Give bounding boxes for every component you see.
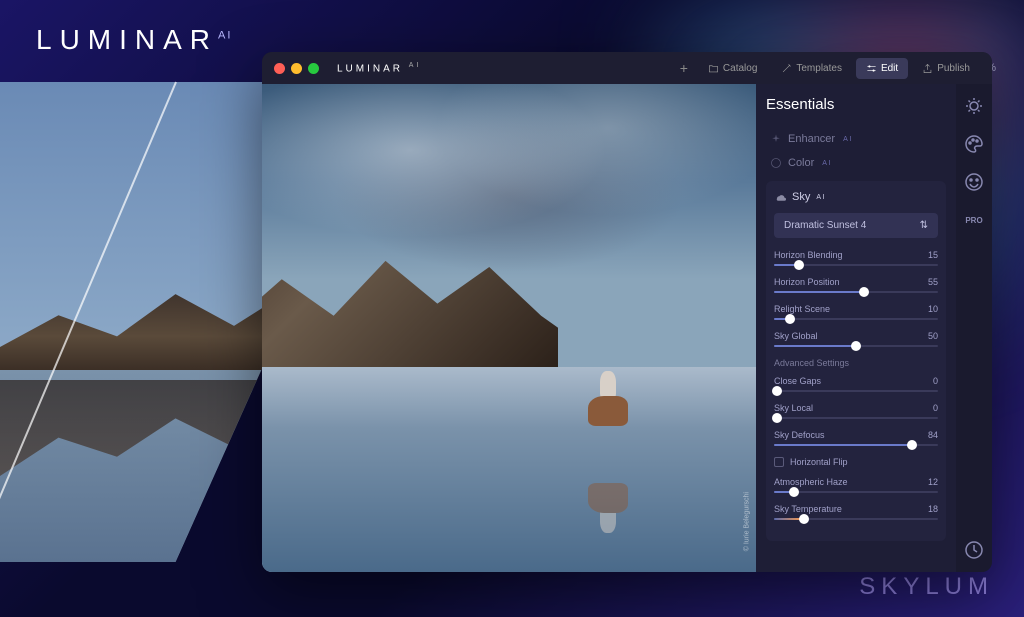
window-maximize[interactable]	[308, 63, 319, 74]
add-button[interactable]: +	[674, 56, 694, 80]
sky-panel: SkyA I Dramatic Sunset 4 ⇅ Horizon Blend…	[766, 181, 946, 541]
slider-thumb[interactable]	[794, 260, 804, 270]
slider-relight-scene[interactable]: Relight Scene 10	[774, 304, 938, 320]
chevron-updown-icon: ⇅	[920, 220, 928, 231]
sparkle-icon	[770, 133, 782, 145]
slider-track[interactable]	[774, 444, 938, 446]
slider-track[interactable]	[774, 318, 938, 320]
horizontal-flip-checkbox[interactable]: Horizontal Flip	[774, 457, 938, 467]
tool-color[interactable]: ColorA I	[766, 151, 946, 175]
share-icon	[922, 63, 933, 74]
slider-label: Sky Local	[774, 403, 813, 413]
edit-sidebar: Essentials EnhancerA I ColorA I SkyA I D…	[756, 84, 956, 572]
slider-value: 15	[928, 250, 938, 260]
sliders-icon	[866, 63, 877, 74]
slider-label: Horizon Position	[774, 277, 840, 287]
advanced-label: Advanced Settings	[774, 358, 938, 368]
company-name: SKYLUM	[859, 573, 994, 601]
cloud-icon	[774, 191, 786, 203]
slider-value: 10	[928, 304, 938, 314]
nav-catalog[interactable]: Catalog	[698, 58, 767, 79]
slider-value: 84	[928, 430, 938, 440]
slider-thumb[interactable]	[772, 386, 782, 396]
slider-label: Atmospheric Haze	[774, 477, 848, 487]
window-minimize[interactable]	[291, 63, 302, 74]
slider-label: Sky Global	[774, 331, 818, 341]
slider-track[interactable]	[774, 491, 938, 493]
nav-templates[interactable]: Templates	[771, 58, 852, 79]
slider-track[interactable]	[774, 390, 938, 392]
slider-thumb[interactable]	[789, 487, 799, 497]
slider-horizon-blending[interactable]: Horizon Blending 15	[774, 250, 938, 266]
slider-atmospheric-haze[interactable]: Atmospheric Haze 12	[774, 477, 938, 493]
wand-icon	[781, 63, 792, 74]
slider-track[interactable]	[774, 417, 938, 419]
slider-sky-global[interactable]: Sky Global 50	[774, 331, 938, 347]
creative-tab-icon[interactable]	[964, 134, 984, 154]
slider-label: Horizon Blending	[774, 250, 843, 260]
nav-edit[interactable]: Edit	[856, 58, 908, 79]
essentials-tab-icon[interactable]	[964, 96, 984, 116]
slider-thumb[interactable]	[907, 440, 917, 450]
panel-title: Essentials	[766, 96, 946, 113]
slider-label: Relight Scene	[774, 304, 830, 314]
slider-label: Sky Defocus	[774, 430, 825, 440]
slider-thumb[interactable]	[799, 514, 809, 524]
slider-value: 0	[933, 376, 938, 386]
slider-label: Sky Temperature	[774, 504, 842, 514]
portrait-tab-icon[interactable]	[964, 172, 984, 192]
tool-enhancer[interactable]: EnhancerA I	[766, 127, 946, 151]
brand-logo: LUMINARAI	[36, 24, 232, 56]
slider-close-gaps[interactable]: Close Gaps 0	[774, 376, 938, 392]
slider-thumb[interactable]	[851, 341, 861, 351]
titlebar: LUMINAR AI + Catalog Templates Edit Publ…	[262, 52, 992, 84]
palette-icon	[770, 157, 782, 169]
slider-track[interactable]	[774, 264, 938, 266]
tool-iconbar: PRO	[956, 84, 992, 572]
slider-track[interactable]	[774, 345, 938, 347]
slider-thumb[interactable]	[859, 287, 869, 297]
slider-horizon-position[interactable]: Horizon Position 55	[774, 277, 938, 293]
slider-value: 55	[928, 277, 938, 287]
nav-publish[interactable]: Publish	[912, 58, 980, 79]
slider-sky-temperature[interactable]: Sky Temperature 18	[774, 504, 938, 520]
slider-sky-defocus[interactable]: Sky Defocus 84	[774, 430, 938, 446]
checkbox-icon	[774, 457, 784, 467]
photo-credit: © Iurie Belegurschi	[743, 492, 750, 551]
app-window: LUMINAR AI + Catalog Templates Edit Publ…	[262, 52, 992, 572]
slider-track[interactable]	[774, 291, 938, 293]
pro-tab-icon[interactable]: PRO	[964, 210, 984, 230]
slider-thumb[interactable]	[772, 413, 782, 423]
slider-value: 12	[928, 477, 938, 487]
slider-value: 18	[928, 504, 938, 514]
sky-panel-header[interactable]: SkyA I	[774, 191, 938, 203]
slider-value: 50	[928, 331, 938, 341]
slider-thumb[interactable]	[785, 314, 795, 324]
folder-icon	[708, 63, 719, 74]
slider-label: Close Gaps	[774, 376, 821, 386]
photo-subject	[588, 371, 633, 426]
slider-value: 0	[933, 403, 938, 413]
slider-sky-local[interactable]: Sky Local 0	[774, 403, 938, 419]
window-close[interactable]	[274, 63, 285, 74]
slider-track[interactable]	[774, 518, 938, 520]
sky-preset-select[interactable]: Dramatic Sunset 4 ⇅	[774, 213, 938, 238]
photo-canvas[interactable]: © Iurie Belegurschi	[262, 84, 756, 572]
history-icon[interactable]	[964, 540, 984, 560]
app-title: LUMINAR AI	[337, 62, 421, 74]
